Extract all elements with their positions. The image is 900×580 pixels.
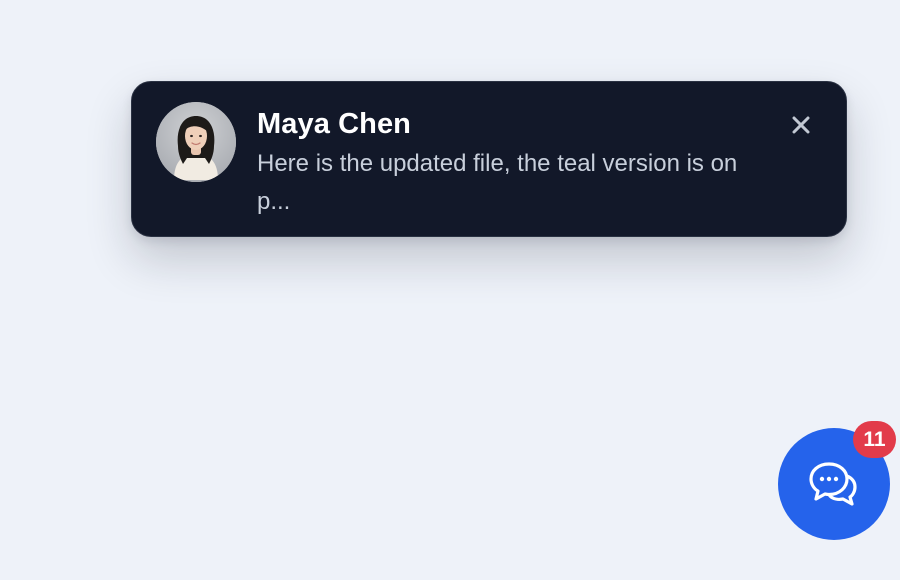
message-preview: Here is the updated file, the teal versi… [257,150,738,215]
avatar [156,102,236,182]
message-notification-toast[interactable]: Maya Chen Here is the updated file, the … [131,81,847,237]
sender-name: Maya Chen [257,108,411,140]
chat-bubbles-icon [809,462,857,506]
close-icon [792,116,810,134]
avatar-photo [156,102,236,182]
close-button[interactable] [786,110,816,140]
unread-count-badge: 11 [853,421,896,458]
